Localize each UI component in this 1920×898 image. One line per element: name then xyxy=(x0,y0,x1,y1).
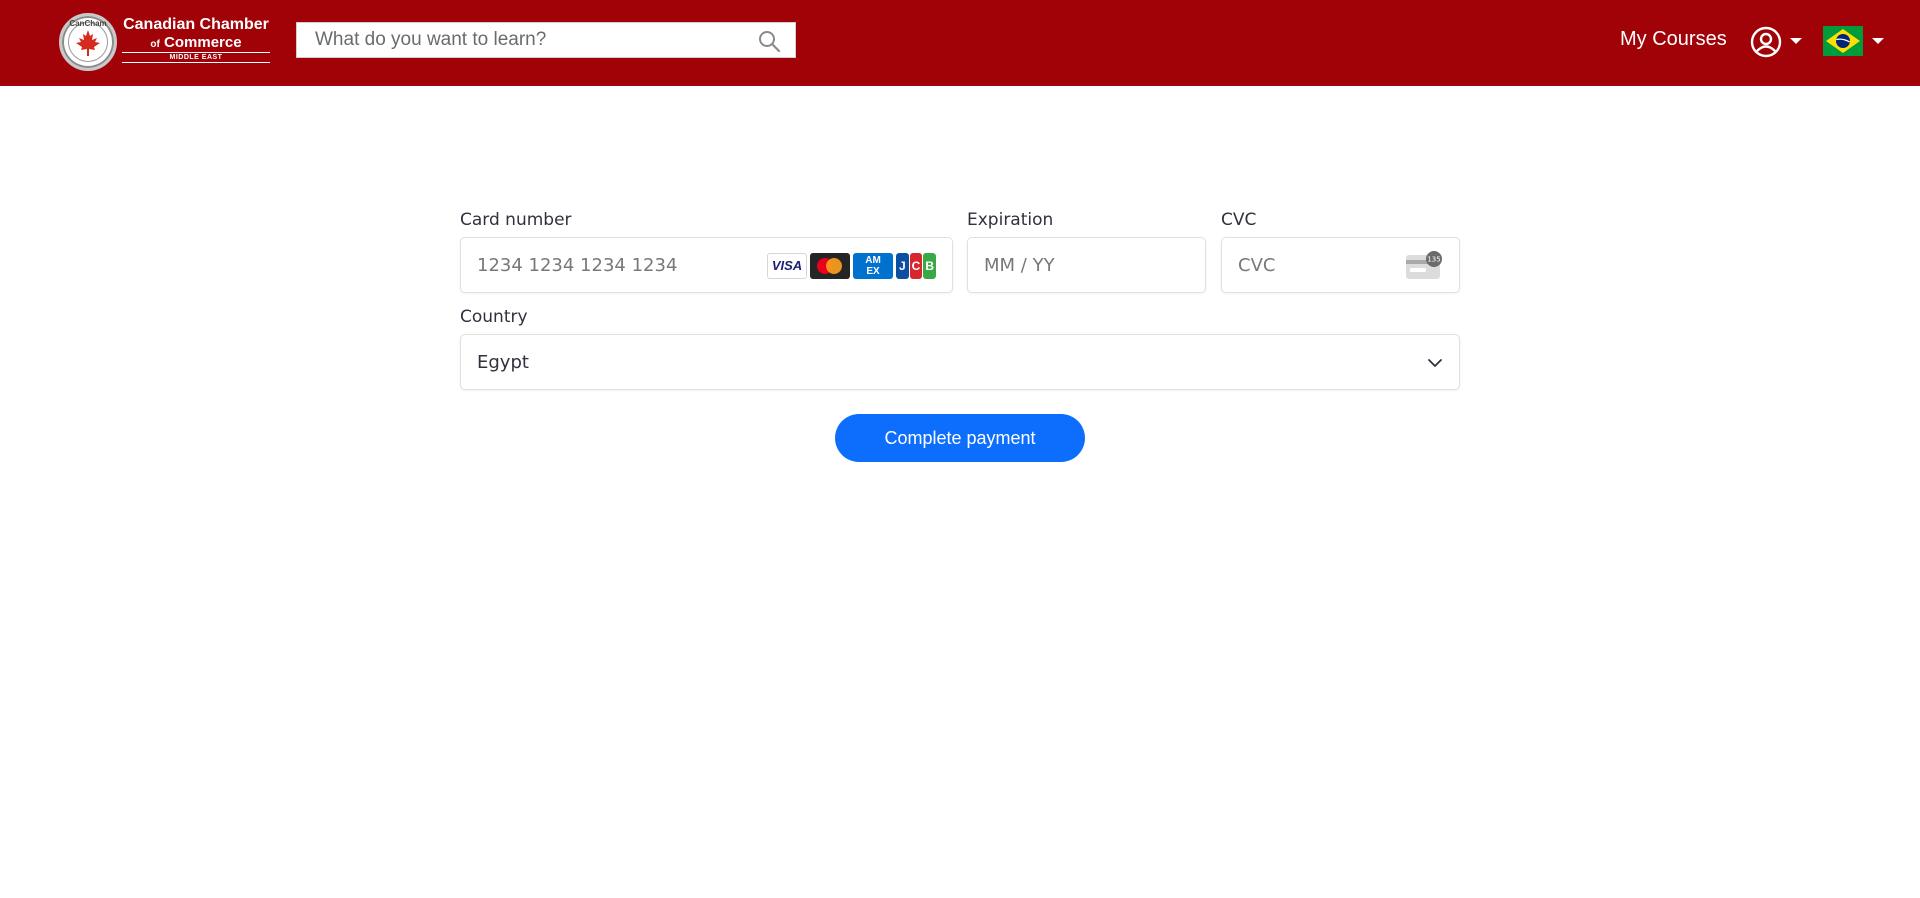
cvc-card-icon: 135 xyxy=(1406,251,1442,279)
amex-line-1: AM xyxy=(865,255,881,266)
jcb-icon: J C B xyxy=(896,253,936,279)
jcb-b: B xyxy=(923,253,936,279)
top-navbar: CanCham Canadian Chamber of Commerce MID… xyxy=(0,0,1920,86)
seal-text: CanCham xyxy=(69,19,107,28)
card-number-label: Card number xyxy=(460,210,572,230)
card-number-field: VISA AMEX J C B xyxy=(460,237,953,293)
logo-line-2: of Commerce xyxy=(122,35,270,50)
country-label: Country xyxy=(460,307,528,327)
search-icon[interactable] xyxy=(757,29,781,53)
complete-payment-button[interactable]: Complete payment xyxy=(835,414,1085,462)
logo-wordmark: Canadian Chamber of Commerce MIDDLE EAST xyxy=(122,17,270,63)
my-courses-link[interactable]: My Courses xyxy=(1620,28,1727,51)
payment-form: Card number VISA AMEX J C B Expiration C… xyxy=(460,210,1460,490)
card-number-input[interactable] xyxy=(461,238,761,292)
chevron-down-icon xyxy=(1790,38,1802,44)
expiration-input[interactable] xyxy=(968,238,1205,292)
search-input[interactable] xyxy=(297,23,757,57)
card-brands: VISA AM EX J C B xyxy=(767,253,936,279)
cancham-seal-icon: CanCham xyxy=(59,13,117,71)
maple-leaf-icon xyxy=(76,30,100,56)
expiration-label: Expiration xyxy=(967,210,1054,230)
country-field: Egypt xyxy=(460,334,1460,390)
cvc-icon-digits: 135 xyxy=(1427,256,1440,264)
country-select[interactable]: Egypt xyxy=(461,335,1459,389)
user-circle-icon xyxy=(1750,26,1782,58)
logo-line-1: Canadian Chamber xyxy=(123,16,269,33)
amex-icon: AM EX xyxy=(853,253,893,279)
logo-line-3: MIDDLE EAST xyxy=(122,52,270,63)
cvc-field: 135 xyxy=(1221,237,1460,293)
cvc-label: CVC xyxy=(1221,210,1257,230)
cancham-logo[interactable]: CanCham Canadian Chamber of Commerce MID… xyxy=(59,13,270,71)
amex-line-2: EX xyxy=(866,266,880,277)
language-menu-dropdown[interactable] xyxy=(1823,26,1885,60)
user-menu-dropdown[interactable] xyxy=(1750,26,1802,60)
mastercard-icon xyxy=(810,253,850,279)
logo-commerce: Commerce xyxy=(164,34,242,51)
logo-of: of xyxy=(150,39,160,50)
jcb-j: J xyxy=(896,253,909,279)
jcb-c: C xyxy=(909,253,923,279)
search-bar xyxy=(296,22,796,58)
chevron-down-icon xyxy=(1872,38,1884,44)
cvc-input[interactable] xyxy=(1222,238,1392,292)
brazil-flag-icon xyxy=(1823,26,1863,56)
visa-icon: VISA xyxy=(767,253,807,279)
expiration-field xyxy=(967,237,1206,293)
